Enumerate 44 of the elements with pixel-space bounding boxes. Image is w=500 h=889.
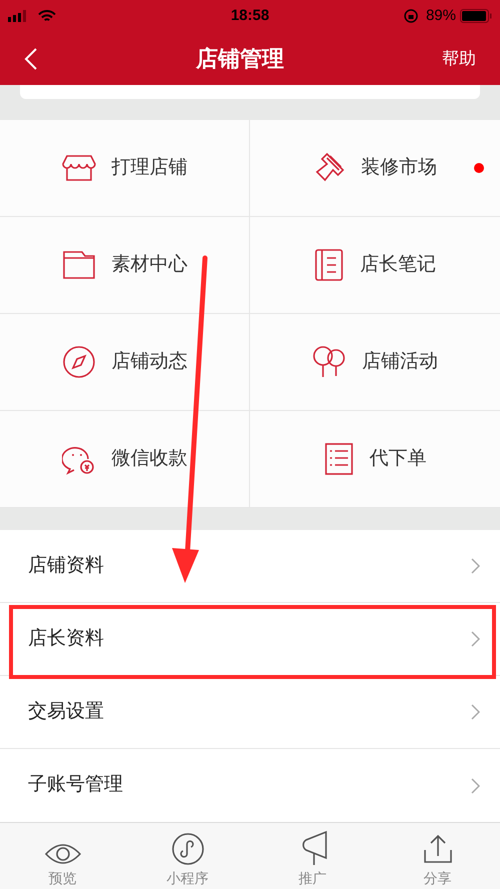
status-time: 18:58 — [230, 6, 270, 26]
grid-item-label: 店铺活动 — [362, 350, 438, 374]
brush-icon — [313, 152, 345, 184]
eye-icon — [44, 842, 82, 866]
chevron-icon — [471, 631, 480, 647]
rotation-lock-icon — [404, 9, 418, 23]
grid-item-label: 素材中心 — [112, 252, 188, 277]
menu-label: 店铺资料 — [28, 554, 105, 578]
menu-row[interactable]: 子账号管理 — [0, 749, 500, 822]
grid-item[interactable]: 素材中心 — [0, 217, 250, 314]
grid-item[interactable]: 店长笔记 — [250, 217, 500, 314]
folder-icon — [62, 250, 96, 280]
menu-label: 店长资料 — [28, 626, 105, 651]
chevron-icon — [471, 558, 480, 574]
menu-row[interactable]: 店长资料 — [0, 603, 500, 676]
battery-icon — [460, 9, 492, 23]
menu-row[interactable]: 交易设置 — [0, 676, 500, 749]
link-circle-icon — [170, 832, 204, 866]
grid-item[interactable]: 店铺活动 — [250, 314, 500, 411]
menu-label: 子账号管理 — [28, 773, 124, 798]
grid-item-label: 店长笔记 — [360, 252, 436, 277]
back-icon[interactable] — [24, 48, 38, 70]
grid-item[interactable]: 店铺动态 — [0, 314, 250, 411]
grid-item-label: 店铺动态 — [112, 350, 188, 374]
grid-item[interactable]: 微信收款 — [0, 411, 250, 508]
battery-percent: 89% — [426, 6, 456, 26]
chevron-icon — [471, 778, 480, 794]
wifi-icon — [38, 10, 56, 22]
grid-item-label: 微信收款 — [112, 446, 188, 471]
balloons-icon — [312, 345, 346, 379]
page-title: 店铺管理 — [194, 45, 285, 73]
shop-icon — [62, 154, 96, 182]
grid-item-label: 代下单 — [370, 446, 426, 471]
list-icon — [324, 442, 354, 476]
grid-item-label: 装修市场 — [361, 156, 437, 180]
compass-icon — [62, 345, 96, 379]
menu-label: 交易设置 — [28, 700, 105, 724]
chevron-icon — [471, 704, 480, 720]
grid-item[interactable]: 代下单 — [250, 411, 500, 508]
grid-item[interactable]: 打理店铺 — [0, 120, 250, 217]
notebook-icon — [314, 248, 344, 282]
help-link[interactable]: 帮助 — [442, 46, 476, 72]
grid-item[interactable]: 装修市场 — [250, 120, 500, 217]
grid-item-label: 打理店铺 — [112, 156, 188, 180]
